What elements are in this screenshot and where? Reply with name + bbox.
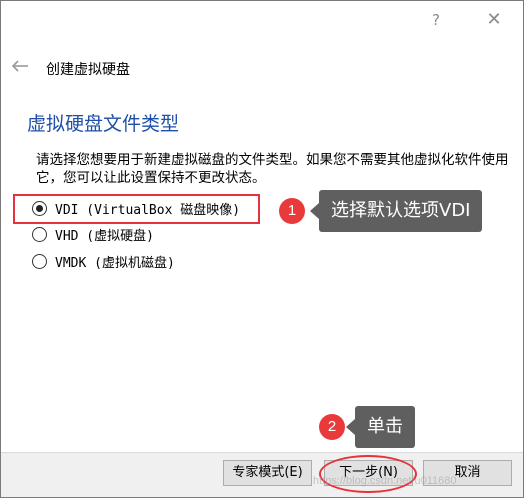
back-arrow-icon[interactable] — [11, 59, 29, 73]
option-vhd[interactable]: VHD (虚拟硬盘) — [32, 224, 154, 244]
option-vmdk[interactable]: VMDK (虚拟机磁盘) — [32, 251, 175, 271]
title-bar: ? ✕ — [1, 1, 523, 39]
step-2-callout: 单击 — [346, 406, 415, 448]
next-highlight-ellipse — [319, 455, 417, 493]
page-description: 请选择您想要用于新建虚拟磁盘的文件类型。如果您不需要其他虚拟化软件使用它，您可以… — [36, 152, 509, 186]
wizard-title: 创建虚拟硬盘 — [46, 62, 130, 78]
vhd-label: VHD (虚拟硬盘) — [55, 228, 154, 244]
page-heading: 虚拟硬盘文件类型 — [27, 113, 180, 135]
vdi-highlight-box — [13, 194, 260, 224]
help-button[interactable]: ? — [424, 9, 448, 31]
vmdk-label: VMDK (虚拟机磁盘) — [55, 255, 175, 271]
vhd-radio[interactable] — [32, 226, 47, 242]
step-1-callout: 选择默认选项VDI — [309, 190, 483, 232]
step-1-badge: 1 — [279, 198, 305, 224]
step-2-badge: 2 — [319, 414, 345, 440]
close-button[interactable]: ✕ — [482, 9, 506, 31]
watermark: https://blog.csdn.net/u011680 — [313, 475, 457, 487]
create-virtual-disk-dialog: ? ✕ 创建虚拟硬盘 虚拟硬盘文件类型 请选择您想要用于新建虚拟磁盘的文件类型。… — [0, 0, 524, 498]
vmdk-radio[interactable] — [32, 253, 47, 269]
expert-mode-button[interactable]: 专家模式(E) — [223, 460, 312, 486]
